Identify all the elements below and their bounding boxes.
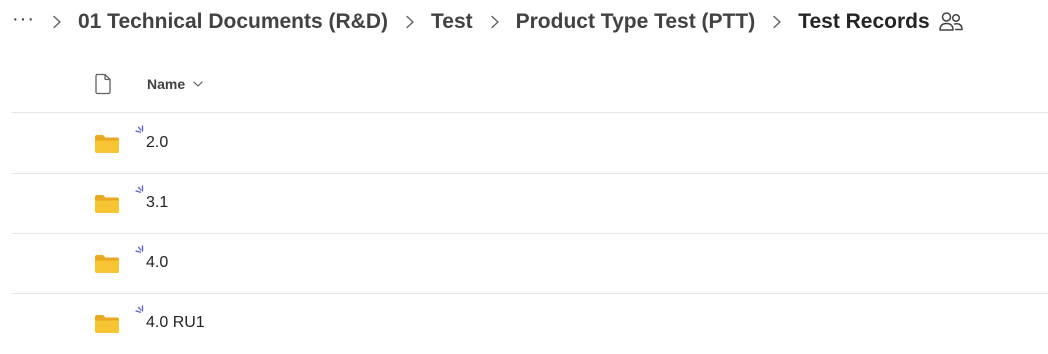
- column-header-name-label: Name: [147, 76, 186, 92]
- chevron-right-icon: [402, 14, 418, 30]
- list-item[interactable]: 4.0: [12, 233, 1048, 294]
- folder-icon: [94, 194, 120, 214]
- list-header: Name: [12, 58, 1048, 113]
- list-item-name[interactable]: 4.0: [146, 254, 168, 272]
- list-item[interactable]: 3.1: [12, 173, 1048, 234]
- list-item-name[interactable]: 4.0 RU1: [146, 314, 205, 332]
- breadcrumb-item-test-records[interactable]: Test Records: [798, 10, 930, 34]
- breadcrumb-item-product-type-test[interactable]: Product Type Test (PTT): [516, 10, 756, 34]
- breadcrumb: ··· 01 Technical Documents (R&D) Test Pr…: [12, 4, 964, 40]
- people-icon[interactable]: [938, 9, 964, 35]
- file-browser-page: ··· 01 Technical Documents (R&D) Test Pr…: [0, 0, 1048, 354]
- chevron-right-icon: [49, 14, 65, 30]
- list-item-name[interactable]: 2.0: [146, 134, 168, 152]
- breadcrumb-more-button[interactable]: ···: [12, 9, 35, 29]
- breadcrumb-item-test[interactable]: Test: [431, 10, 473, 34]
- list-item[interactable]: 2.0: [12, 113, 1048, 174]
- chevron-right-icon: [769, 14, 785, 30]
- folder-icon: [94, 134, 120, 154]
- folder-icon: [94, 254, 120, 274]
- folder-icon: [94, 314, 120, 334]
- chevron-right-icon: [487, 14, 503, 30]
- breadcrumb-item-technical-documents[interactable]: 01 Technical Documents (R&D): [78, 10, 388, 34]
- column-header-name[interactable]: Name: [147, 76, 204, 92]
- list-item[interactable]: 4.0 RU1: [12, 293, 1048, 353]
- document-icon[interactable]: [94, 73, 112, 95]
- chevron-down-icon: [192, 78, 204, 90]
- list-item-name[interactable]: 3.1: [146, 194, 168, 212]
